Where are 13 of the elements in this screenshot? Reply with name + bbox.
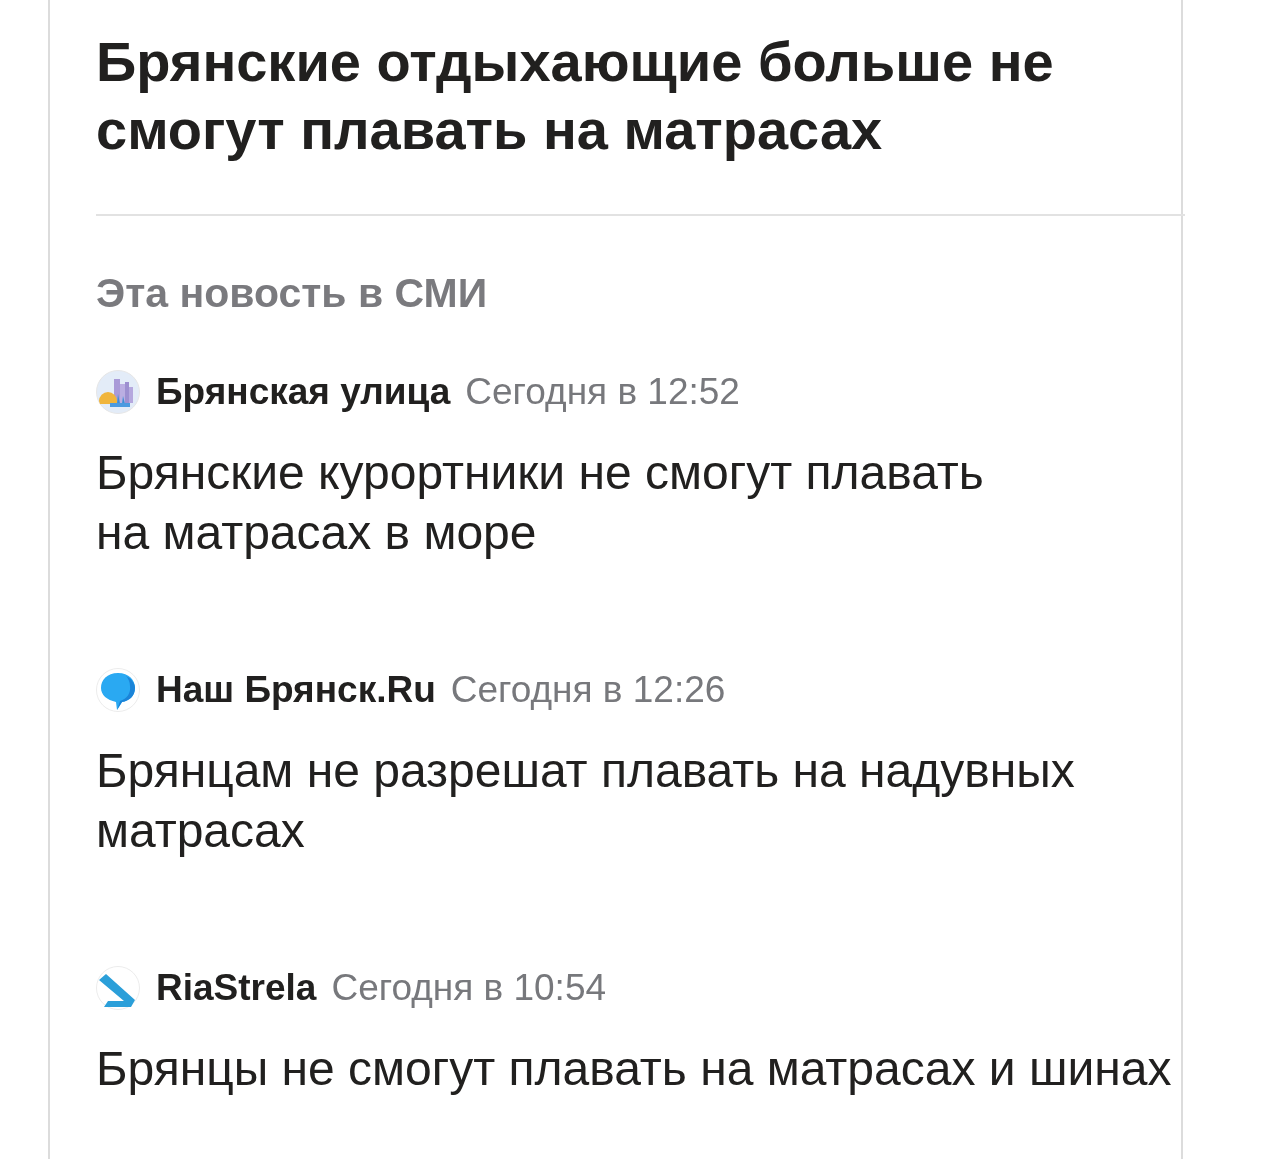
section-heading: Эта новость в СМИ — [96, 271, 489, 315]
headline-link[interactable]: Брянские курортники не смогут плавать на матрасах в море — [96, 443, 1181, 563]
source-link[interactable]: RiaStrela — [156, 967, 317, 1009]
article-title: Брянские отдыхающие больше не смогут плавать на матрасах — [96, 29, 1055, 163]
publish-time: Сегодня в 10:54 — [331, 967, 607, 1009]
city-skyline-icon — [96, 370, 140, 414]
source-link[interactable]: Наш Брянск.Ru — [156, 669, 436, 711]
speech-bubble-icon — [96, 668, 140, 712]
headline-link[interactable]: Брянцам не разрешат плавать на надувных матрасах — [96, 741, 1181, 861]
publish-time: Сегодня в 12:52 — [465, 371, 740, 413]
publish-time: Сегодня в 12:26 — [450, 669, 726, 711]
headline-link[interactable]: Брянцы не смогут плавать на матрасах и шинах — [96, 1039, 1181, 1099]
source-link[interactable]: Брянская улица — [156, 371, 451, 413]
